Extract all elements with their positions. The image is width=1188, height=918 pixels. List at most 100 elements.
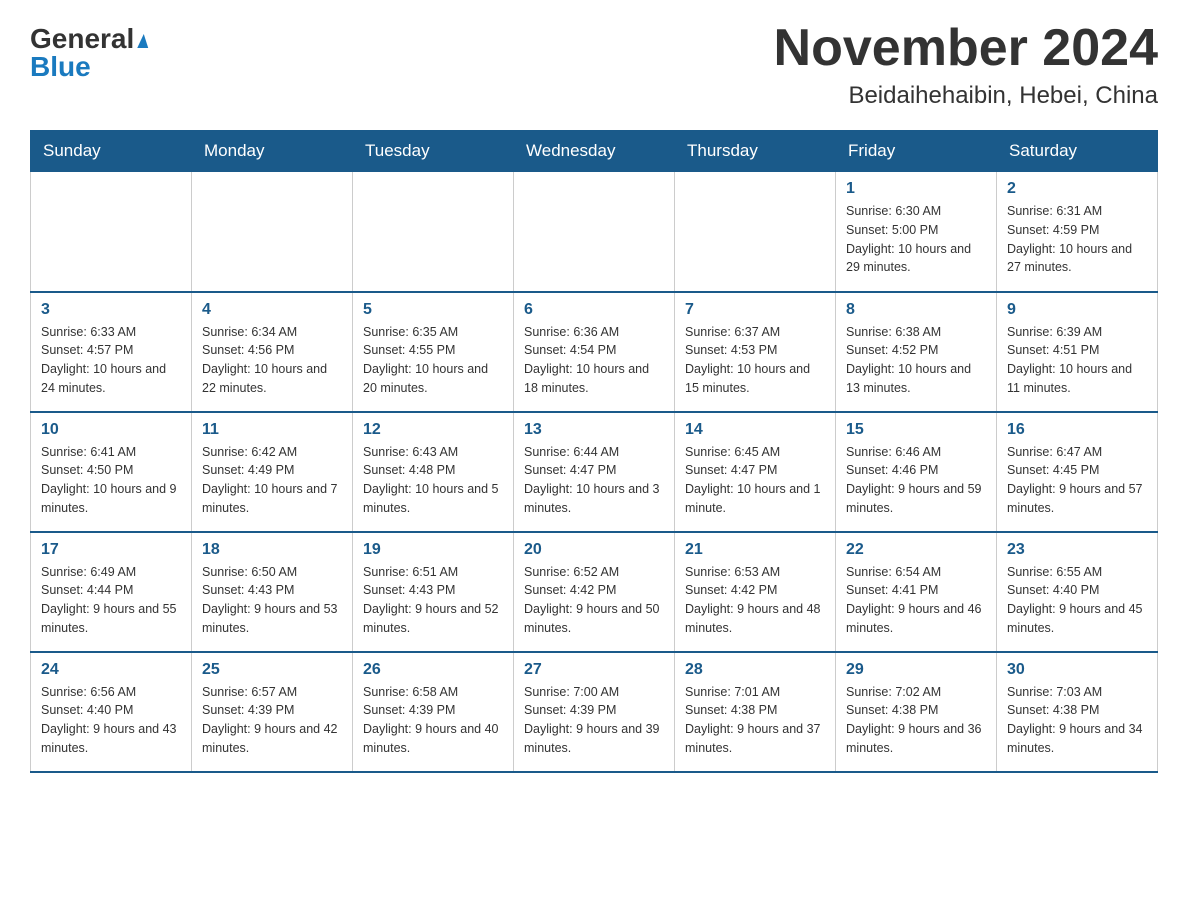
day-number: 9 [1007, 301, 1147, 319]
day-number: 23 [1007, 541, 1147, 559]
day-number: 10 [41, 421, 181, 439]
day-info: Sunrise: 6:55 AM Sunset: 4:40 PM Dayligh… [1007, 563, 1147, 638]
day-info: Sunrise: 6:42 AM Sunset: 4:49 PM Dayligh… [202, 443, 342, 518]
day-info: Sunrise: 6:54 AM Sunset: 4:41 PM Dayligh… [846, 563, 986, 638]
calendar-cell: 18 Sunrise: 6:50 AM Sunset: 4:43 PM Dayli… [192, 532, 353, 652]
day-info: Sunrise: 6:47 AM Sunset: 4:45 PM Dayligh… [1007, 443, 1147, 518]
day-info: Sunrise: 6:52 AM Sunset: 4:42 PM Dayligh… [524, 563, 664, 638]
calendar-cell [353, 172, 514, 292]
day-number: 26 [363, 661, 503, 679]
day-number: 5 [363, 301, 503, 319]
calendar-cell: 3 Sunrise: 6:33 AM Sunset: 4:57 PM Daylig… [31, 292, 192, 412]
day-number: 8 [846, 301, 986, 319]
day-number: 19 [363, 541, 503, 559]
weekday-header-thursday: Thursday [675, 131, 836, 172]
calendar-cell: 17Sunrise: 6:49 AM Sunset: 4:44 PM Dayli… [31, 532, 192, 652]
day-info: Sunrise: 6:41 AM Sunset: 4:50 PM Dayligh… [41, 443, 181, 518]
calendar-cell: 16Sunrise: 6:47 AM Sunset: 4:45 PM Dayli… [997, 412, 1158, 532]
calendar-cell: 23 Sunrise: 6:55 AM Sunset: 4:40 PM Dayli… [997, 532, 1158, 652]
calendar-cell: 10 Sunrise: 6:41 AM Sunset: 4:50 PM Dayli… [31, 412, 192, 532]
calendar-cell: 11 Sunrise: 6:42 AM Sunset: 4:49 PM Dayli… [192, 412, 353, 532]
day-number: 29 [846, 661, 986, 679]
day-info: Sunrise: 6:34 AM Sunset: 4:56 PM Dayligh… [202, 323, 342, 398]
logo-general-text: General [30, 25, 147, 53]
weekday-header-wednesday: Wednesday [514, 131, 675, 172]
calendar-week-1: 1 Sunrise: 6:30 AM Sunset: 5:00 PM Daylig… [31, 172, 1158, 292]
calendar-cell: 2 Sunrise: 6:31 AM Sunset: 4:59 PM Daylig… [997, 172, 1158, 292]
calendar-cell: 25 Sunrise: 6:57 AM Sunset: 4:39 PM Dayli… [192, 652, 353, 772]
day-info: Sunrise: 6:35 AM Sunset: 4:55 PM Dayligh… [363, 323, 503, 398]
day-info: Sunrise: 6:36 AM Sunset: 4:54 PM Dayligh… [524, 323, 664, 398]
day-number: 21 [685, 541, 825, 559]
day-info: Sunrise: 7:01 AM Sunset: 4:38 PM Dayligh… [685, 683, 825, 758]
calendar-cell [192, 172, 353, 292]
calendar-cell [31, 172, 192, 292]
logo-blue-text: Blue [30, 53, 91, 81]
calendar-cell [675, 172, 836, 292]
day-info: Sunrise: 6:44 AM Sunset: 4:47 PM Dayligh… [524, 443, 664, 518]
day-number: 7 [685, 301, 825, 319]
month-title: November 2024 [774, 20, 1158, 77]
calendar-cell: 22 Sunrise: 6:54 AM Sunset: 4:41 PM Dayli… [836, 532, 997, 652]
weekday-header-tuesday: Tuesday [353, 131, 514, 172]
calendar-body: 1 Sunrise: 6:30 AM Sunset: 5:00 PM Daylig… [31, 172, 1158, 772]
calendar-cell: 8 Sunrise: 6:38 AM Sunset: 4:52 PM Daylig… [836, 292, 997, 412]
day-number: 17 [41, 541, 181, 559]
calendar-week-4: 17Sunrise: 6:49 AM Sunset: 4:44 PM Dayli… [31, 532, 1158, 652]
day-number: 30 [1007, 661, 1147, 679]
day-info: Sunrise: 6:50 AM Sunset: 4:43 PM Dayligh… [202, 563, 342, 638]
day-info: Sunrise: 7:03 AM Sunset: 4:38 PM Dayligh… [1007, 683, 1147, 758]
logo: General Blue [30, 25, 147, 81]
day-number: 13 [524, 421, 664, 439]
day-number: 1 [846, 180, 986, 198]
day-info: Sunrise: 6:53 AM Sunset: 4:42 PM Dayligh… [685, 563, 825, 638]
page-header: General Blue November 2024 Beidaihehaibi… [30, 20, 1158, 110]
weekday-header-row: SundayMondayTuesdayWednesdayThursdayFrid… [31, 131, 1158, 172]
day-number: 28 [685, 661, 825, 679]
day-info: Sunrise: 6:43 AM Sunset: 4:48 PM Dayligh… [363, 443, 503, 518]
day-number: 3 [41, 301, 181, 319]
calendar-cell: 27Sunrise: 7:00 AM Sunset: 4:39 PM Dayli… [514, 652, 675, 772]
calendar-cell: 21 Sunrise: 6:53 AM Sunset: 4:42 PM Dayli… [675, 532, 836, 652]
calendar-table: SundayMondayTuesdayWednesdayThursdayFrid… [30, 130, 1158, 773]
weekday-header-saturday: Saturday [997, 131, 1158, 172]
location-title: Beidaihehaibin, Hebei, China [774, 82, 1158, 110]
calendar-week-3: 10 Sunrise: 6:41 AM Sunset: 4:50 PM Dayli… [31, 412, 1158, 532]
day-info: Sunrise: 6:31 AM Sunset: 4:59 PM Dayligh… [1007, 202, 1147, 277]
day-number: 22 [846, 541, 986, 559]
weekday-header-sunday: Sunday [31, 131, 192, 172]
day-info: Sunrise: 6:45 AM Sunset: 4:47 PM Dayligh… [685, 443, 825, 518]
day-info: Sunrise: 6:33 AM Sunset: 4:57 PM Dayligh… [41, 323, 181, 398]
day-info: Sunrise: 6:30 AM Sunset: 5:00 PM Dayligh… [846, 202, 986, 277]
calendar-cell: 5 Sunrise: 6:35 AM Sunset: 4:55 PM Daylig… [353, 292, 514, 412]
calendar-cell: 13 Sunrise: 6:44 AM Sunset: 4:47 PM Dayli… [514, 412, 675, 532]
calendar-cell: 15Sunrise: 6:46 AM Sunset: 4:46 PM Dayli… [836, 412, 997, 532]
calendar-cell: 20Sunrise: 6:52 AM Sunset: 4:42 PM Dayli… [514, 532, 675, 652]
day-info: Sunrise: 6:46 AM Sunset: 4:46 PM Dayligh… [846, 443, 986, 518]
day-number: 6 [524, 301, 664, 319]
calendar-header: SundayMondayTuesdayWednesdayThursdayFrid… [31, 131, 1158, 172]
calendar-week-5: 24Sunrise: 6:56 AM Sunset: 4:40 PM Dayli… [31, 652, 1158, 772]
day-info: Sunrise: 6:51 AM Sunset: 4:43 PM Dayligh… [363, 563, 503, 638]
calendar-cell: 26 Sunrise: 6:58 AM Sunset: 4:39 PM Dayli… [353, 652, 514, 772]
calendar-cell: 14Sunrise: 6:45 AM Sunset: 4:47 PM Dayli… [675, 412, 836, 532]
day-info: Sunrise: 6:37 AM Sunset: 4:53 PM Dayligh… [685, 323, 825, 398]
calendar-cell: 30 Sunrise: 7:03 AM Sunset: 4:38 PM Dayli… [997, 652, 1158, 772]
weekday-header-friday: Friday [836, 131, 997, 172]
weekday-header-monday: Monday [192, 131, 353, 172]
calendar-cell [514, 172, 675, 292]
day-info: Sunrise: 6:57 AM Sunset: 4:39 PM Dayligh… [202, 683, 342, 758]
day-info: Sunrise: 6:58 AM Sunset: 4:39 PM Dayligh… [363, 683, 503, 758]
day-number: 25 [202, 661, 342, 679]
calendar-cell: 6 Sunrise: 6:36 AM Sunset: 4:54 PM Daylig… [514, 292, 675, 412]
calendar-cell: 29Sunrise: 7:02 AM Sunset: 4:38 PM Dayli… [836, 652, 997, 772]
calendar-cell: 9Sunrise: 6:39 AM Sunset: 4:51 PM Daylig… [997, 292, 1158, 412]
calendar-cell: 12Sunrise: 6:43 AM Sunset: 4:48 PM Dayli… [353, 412, 514, 532]
day-info: Sunrise: 7:00 AM Sunset: 4:39 PM Dayligh… [524, 683, 664, 758]
day-number: 18 [202, 541, 342, 559]
day-number: 4 [202, 301, 342, 319]
day-number: 2 [1007, 180, 1147, 198]
calendar-cell: 28 Sunrise: 7:01 AM Sunset: 4:38 PM Dayli… [675, 652, 836, 772]
day-info: Sunrise: 6:38 AM Sunset: 4:52 PM Dayligh… [846, 323, 986, 398]
day-number: 11 [202, 421, 342, 439]
